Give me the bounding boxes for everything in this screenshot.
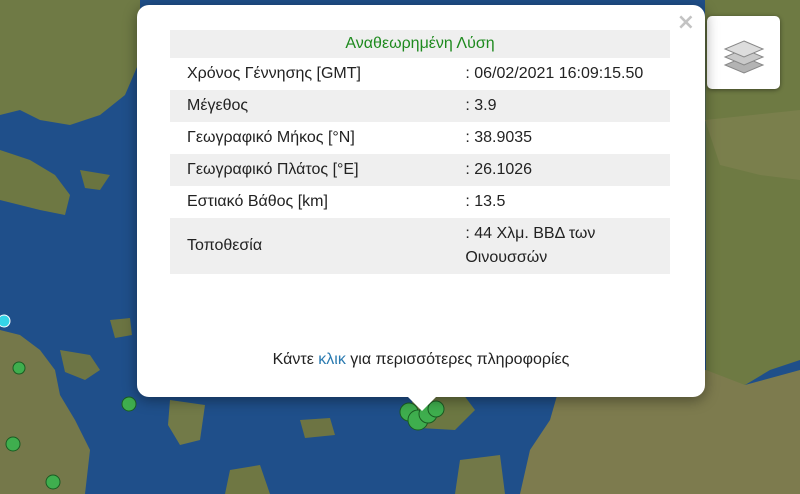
row-value: : 44 Χλμ. ΒΒΔ των Οινουσσών: [457, 218, 670, 274]
table-row-longitude: Γεωγραφικό Πλάτος [°E] : 26.1026: [170, 154, 670, 186]
earthquake-marker[interactable]: [0, 314, 11, 328]
layers-icon: [723, 39, 764, 74]
row-label: Εστιακό Βάθος [km]: [187, 193, 328, 210]
footer-text-after: για περισσότερες πληροφορίες: [350, 351, 570, 368]
row-value: : 06/02/2021 16:09:15.50: [465, 65, 644, 82]
row-value: : 38.9035: [465, 129, 533, 146]
close-icon[interactable]: ×: [677, 12, 695, 34]
table-row-latitude: Γεωγραφικό Μήκος [°N] : 38.9035: [170, 122, 670, 154]
more-info-link[interactable]: κλικ: [318, 351, 346, 368]
table-row-location: Τοποθεσία : 44 Χλμ. ΒΒΔ των Οινουσσών: [170, 218, 670, 274]
row-label: Τοποθεσία: [170, 218, 458, 274]
popup-pointer: [407, 396, 437, 411]
row-label: Γεωγραφικό Μήκος [°N]: [187, 129, 355, 146]
earthquake-marker[interactable]: [5, 436, 21, 452]
earthquake-marker[interactable]: [45, 474, 61, 490]
table-row-magnitude: Μέγεθος : 3.9: [170, 90, 670, 122]
earthquake-marker[interactable]: [12, 361, 26, 375]
row-value: : 26.1026: [457, 154, 670, 186]
footer-text-before: Κάντε: [272, 351, 314, 368]
row-label: Γεωγραφικό Πλάτος [°E]: [170, 154, 458, 186]
table-row-origin-time: Χρόνος Γέννησης [GMT] : 06/02/2021 16:09…: [170, 58, 670, 90]
earthquake-info-popup: × Αναθεωρημένη Λύση Χρόνος Γέννησης [GMT…: [137, 5, 705, 397]
row-value: : 3.9: [457, 90, 670, 122]
popup-title: Αναθεωρημένη Λύση: [170, 30, 670, 58]
row-value: : 13.5: [465, 193, 506, 210]
info-table: Χρόνος Γέννησης [GMT] : 06/02/2021 16:09…: [170, 58, 670, 274]
row-label: Μέγεθος: [170, 90, 458, 122]
row-label: Χρόνος Γέννησης [GMT]: [187, 65, 361, 82]
popup-footer: Κάντε κλικ για περισσότερες πληροφορίες: [137, 351, 705, 369]
layers-control-button[interactable]: [707, 16, 780, 89]
table-row-depth: Εστιακό Βάθος [km] : 13.5: [170, 186, 670, 218]
earthquake-marker[interactable]: [121, 396, 137, 412]
